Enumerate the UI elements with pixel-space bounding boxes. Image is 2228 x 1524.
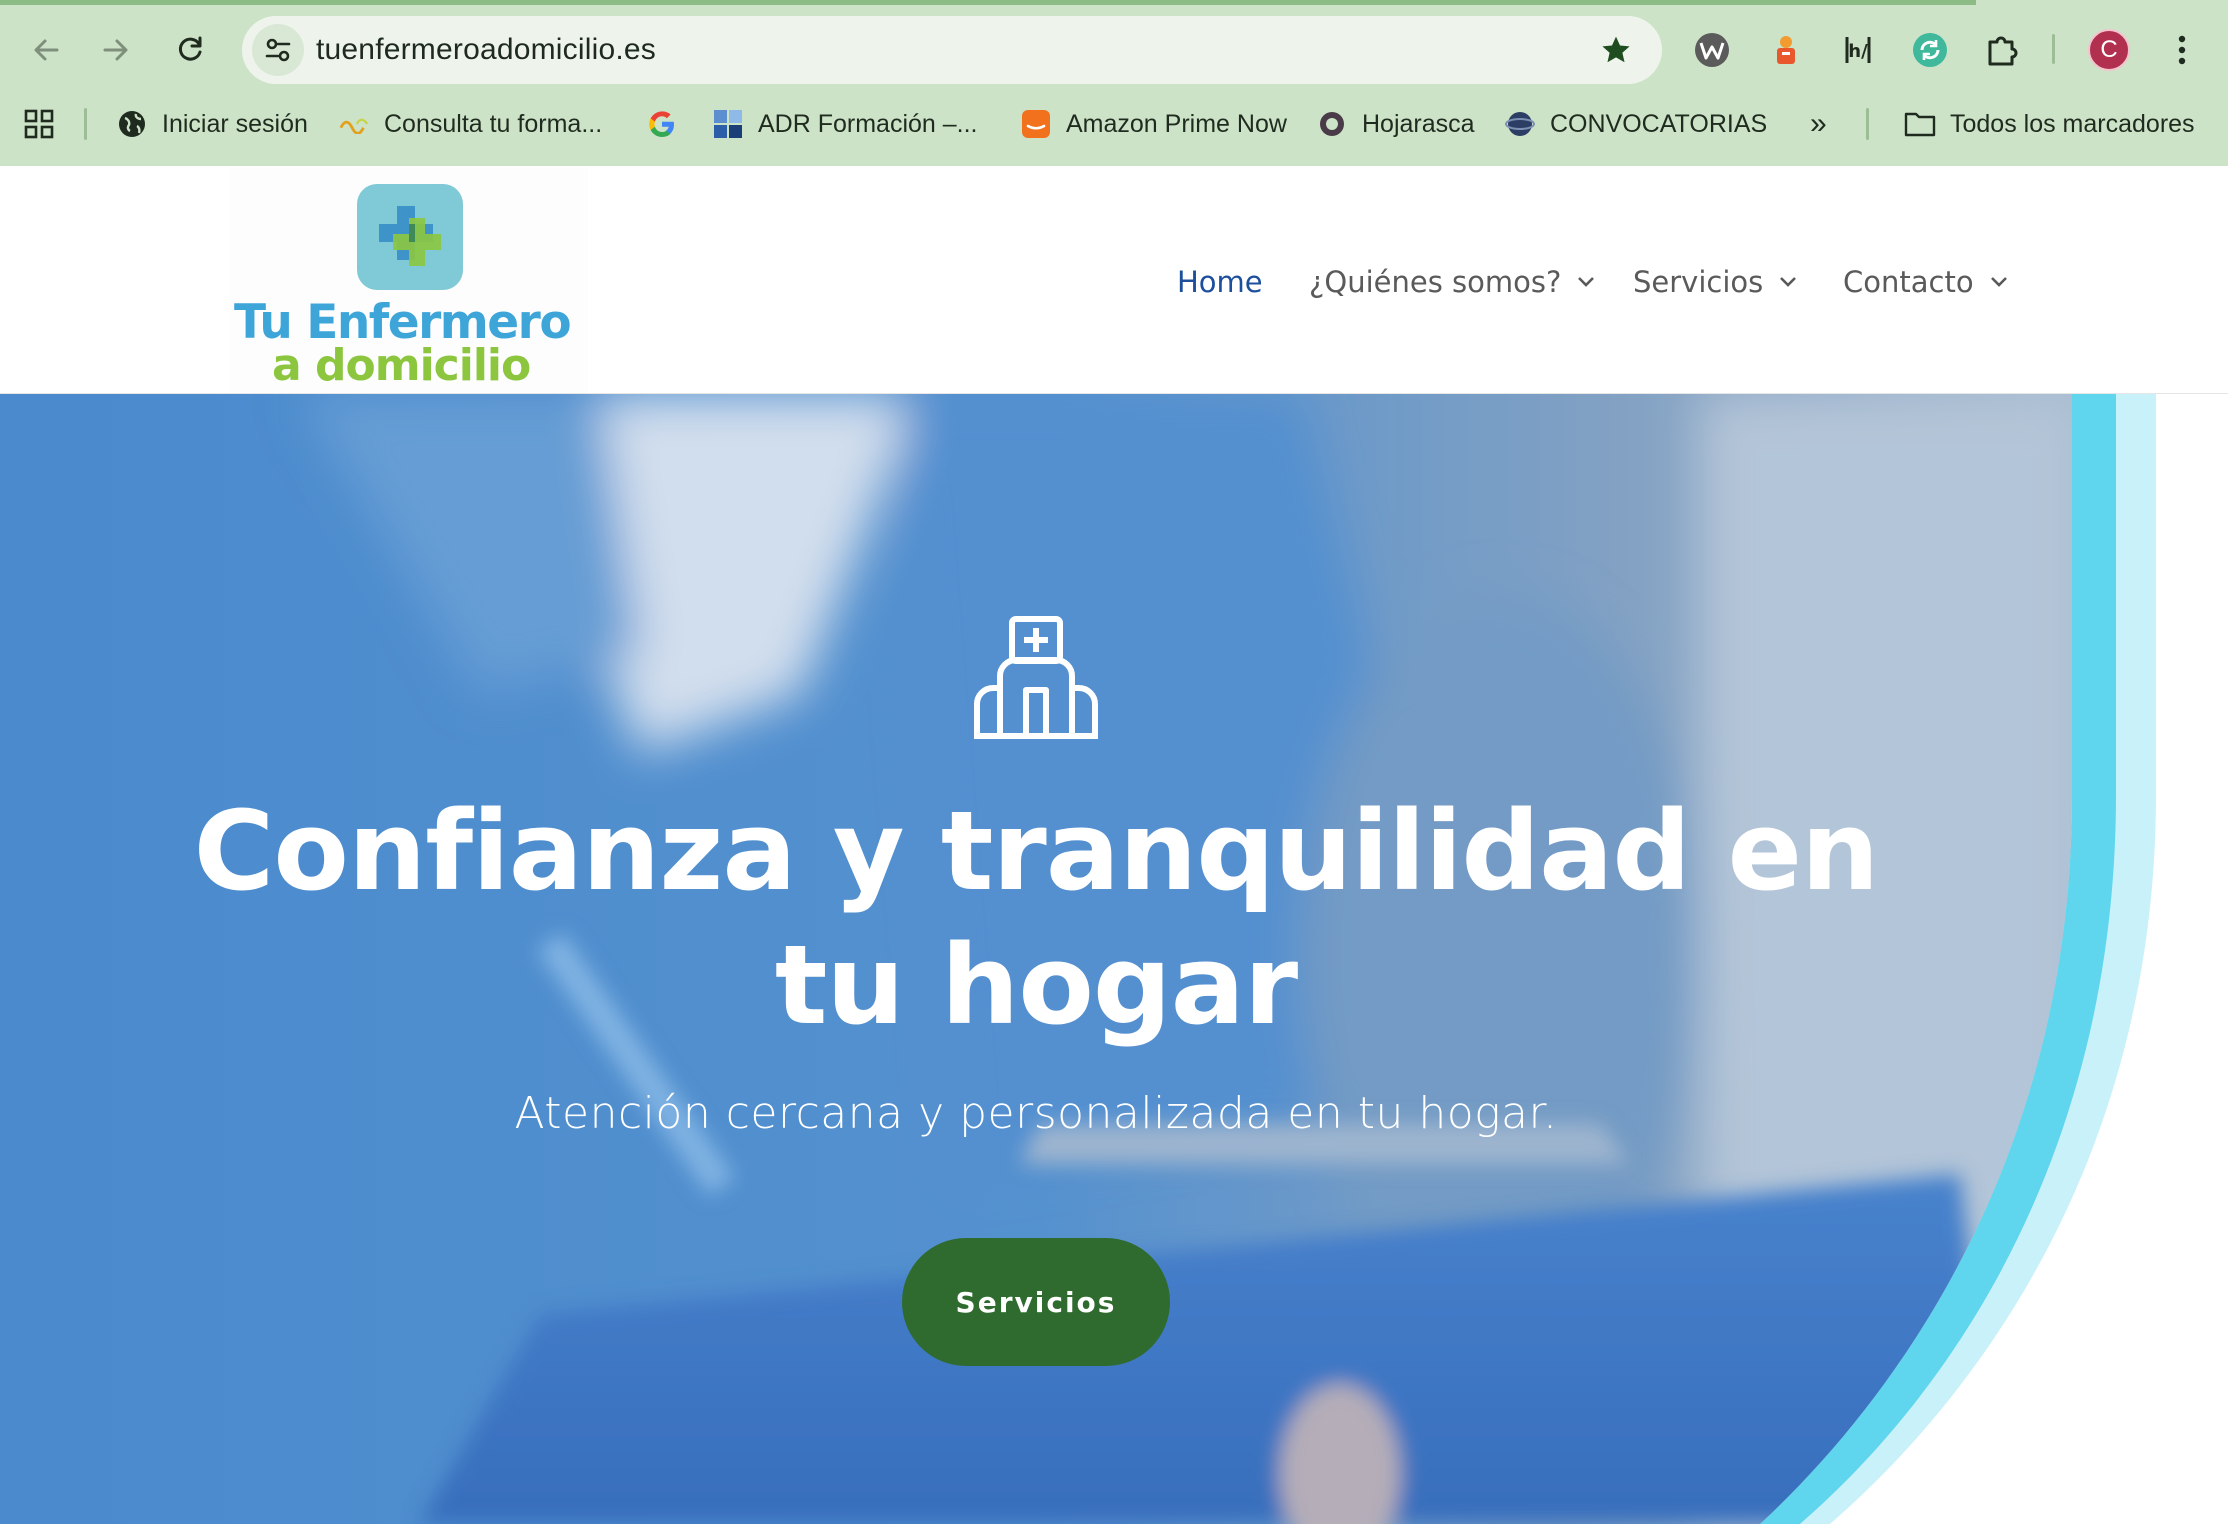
kebab-menu-icon: [2178, 35, 2186, 65]
extension-w-button[interactable]: [1686, 24, 1738, 76]
bookmark-label: Amazon Prime Now: [1066, 109, 1287, 138]
w-extension-icon: [1695, 33, 1729, 67]
apps-grid-icon: [24, 109, 54, 139]
bookmark-label: Iniciar sesión: [162, 109, 308, 138]
hospital-icon: [974, 616, 1098, 739]
toolbar-separator: [2052, 34, 2055, 64]
all-bookmarks-button[interactable]: Todos los marcadores: [1904, 104, 2195, 144]
planet-icon: [1504, 108, 1536, 140]
honey-extension-icon: [1777, 36, 1795, 64]
chevron-down-icon: [1990, 271, 2012, 293]
hero-section: Confianza y tranquilidad en tu hogar Ate…: [0, 394, 2228, 1524]
chevron-down-icon: [1577, 271, 1599, 293]
back-button[interactable]: [18, 22, 74, 78]
logo-text-line2: a domicilio: [272, 340, 531, 391]
bookmark-label: Hojarasca: [1362, 109, 1475, 138]
browser-chrome: tuenfermeroadomicilio.es h/ C Iniciar se…: [0, 0, 2228, 166]
nav-label: Contacto: [1843, 265, 1974, 299]
bookmark-star-button[interactable]: [1594, 28, 1638, 72]
bookmark-label: Consulta tu forma...: [384, 109, 603, 138]
address-bar[interactable]: tuenfermeroadomicilio.es: [242, 16, 1662, 84]
forward-arrow-icon: [103, 39, 128, 61]
hero-title-line1: Confianza y tranquilidad en: [193, 787, 1880, 915]
bookmark-adr[interactable]: ADR Formación –...: [712, 104, 978, 144]
hero-title-line2: tu hogar: [774, 921, 1298, 1049]
bookmark-label: ADR Formación –...: [758, 109, 978, 138]
forward-button[interactable]: [88, 22, 144, 78]
tab-strip-edge: [0, 0, 1976, 5]
back-arrow-icon: [34, 39, 59, 61]
link-icon: [338, 108, 370, 140]
circle-icon: [1316, 108, 1348, 140]
extension-bell-button[interactable]: [1760, 24, 1812, 76]
servicios-cta-button[interactable]: Servicios: [902, 1238, 1170, 1366]
nav-label: Home: [1177, 265, 1263, 299]
star-icon: [1602, 36, 1630, 63]
site-header: Tu Enfermero a domicilio Home ¿Quiénes s…: [0, 166, 2228, 394]
extensions-menu-button[interactable]: [1976, 24, 2028, 76]
bookmark-label: CONVOCATORIAS: [1550, 109, 1768, 138]
bookmarks-overflow-button[interactable]: »: [1810, 104, 1827, 144]
amazon-icon: [1020, 108, 1052, 140]
bookmark-hojarasca[interactable]: Hojarasca: [1316, 104, 1475, 144]
bookmark-convocatorias[interactable]: CONVOCATORIAS: [1504, 104, 1767, 144]
bookmark-iniciar-sesion[interactable]: Iniciar sesión: [116, 104, 308, 144]
google-icon: [646, 108, 678, 140]
h-extension-icon: h/: [1845, 37, 1871, 63]
bookmark-separator: [84, 108, 87, 140]
sync-extension-icon: [1913, 33, 1947, 67]
profile-avatar[interactable]: C: [2088, 29, 2130, 71]
medical-cross-icon: [379, 206, 441, 266]
reload-button[interactable]: [162, 22, 218, 78]
globe-icon: [116, 108, 148, 140]
reload-icon: [178, 36, 202, 61]
nav-label: ¿Quiénes somos?: [1309, 265, 1562, 299]
extension-h-button[interactable]: h/: [1832, 24, 1884, 76]
tune-icon: [265, 38, 291, 62]
hero-title: Confianza y tranquilidad en tu hogar: [0, 784, 2072, 1052]
puzzle-icon: [1988, 36, 2018, 66]
url-text[interactable]: tuenfermeroadomicilio.es: [316, 33, 656, 67]
nav-home[interactable]: Home: [1177, 262, 1263, 302]
logo-tile: [357, 184, 463, 290]
browser-menu-button[interactable]: [2156, 24, 2208, 76]
adr-icon: [712, 108, 744, 140]
nav-quienes-somos[interactable]: ¿Quiénes somos?: [1309, 262, 1599, 302]
nav-label: Servicios: [1633, 265, 1764, 299]
bookmark-label: Todos los marcadores: [1950, 109, 2195, 138]
nav-contacto[interactable]: Contacto: [1843, 262, 2012, 302]
folder-icon: [1904, 108, 1936, 140]
bookmark-consulta[interactable]: Consulta tu forma...: [338, 104, 602, 144]
bookmark-separator: [1866, 108, 1869, 140]
hero-subtitle: Atención cercana y personalizada en tu h…: [514, 1088, 1558, 1139]
nav-servicios[interactable]: Servicios: [1633, 262, 1801, 302]
site-logo[interactable]: Tu Enfermero a domicilio: [230, 168, 588, 393]
chevron-down-icon: [1779, 271, 1801, 293]
bookmark-amazon[interactable]: Amazon Prime Now: [1020, 104, 1287, 144]
extension-sync-button[interactable]: [1904, 24, 1956, 76]
bookmark-google[interactable]: [646, 104, 692, 144]
apps-button[interactable]: [24, 104, 54, 144]
site-info-button[interactable]: [252, 24, 304, 76]
svg-text:h/: h/: [1848, 41, 1868, 62]
